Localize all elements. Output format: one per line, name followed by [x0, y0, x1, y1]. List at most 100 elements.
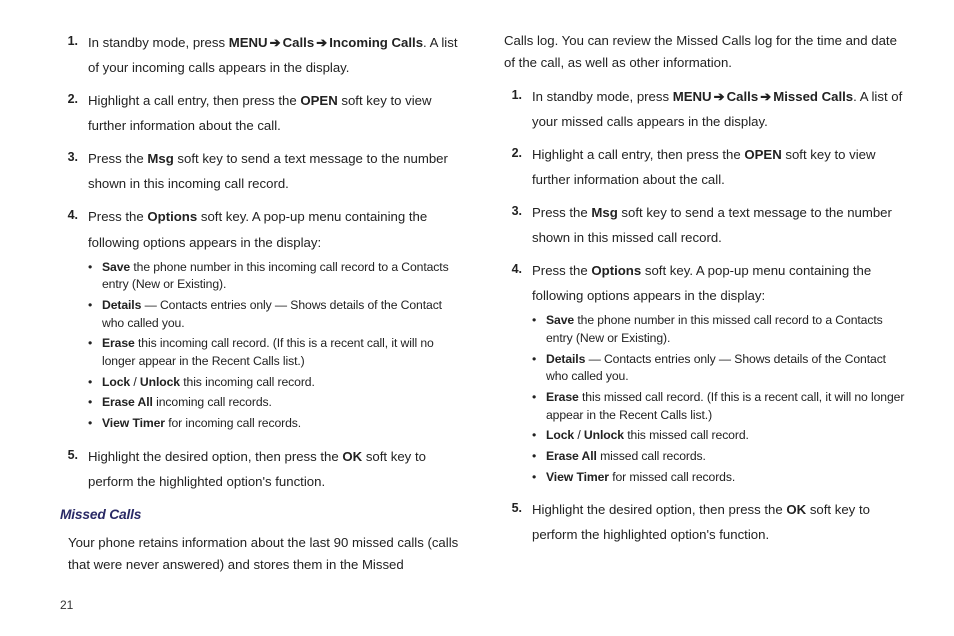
sub-list-item: •Save the phone number in this incoming … [88, 259, 466, 294]
sub-text: Erase All missed call records. [546, 448, 910, 466]
bold-text: OPEN [744, 147, 781, 162]
bullet-icon: • [532, 389, 546, 424]
list-body: Press the Msg soft key to send a text me… [532, 200, 910, 250]
list-body: Highlight a call entry, then press the O… [532, 142, 910, 192]
page-number: 21 [60, 598, 73, 612]
text: / [130, 375, 140, 389]
section-heading-missed-calls: Missed Calls [60, 502, 466, 528]
bullet-icon: • [88, 415, 102, 433]
bold-text: MENU [229, 35, 268, 50]
paragraph-continuation: Calls log. You can review the Missed Cal… [504, 30, 910, 74]
list-number: 1. [504, 84, 532, 134]
list-number: 2. [504, 142, 532, 192]
text: Press the [88, 151, 147, 166]
sub-text: Save the phone number in this incoming c… [102, 259, 466, 294]
bullet-icon: • [88, 394, 102, 412]
bold-text: Msg [147, 151, 173, 166]
sub-list-item: •Lock / Unlock this missed call record. [532, 427, 910, 445]
text: for missed call records. [609, 470, 735, 484]
bullet-icon: • [532, 448, 546, 466]
right-column: Calls log. You can review the Missed Cal… [504, 30, 910, 582]
sub-list-item: •Erase All incoming call records. [88, 394, 466, 412]
text: this incoming call record. (If this is a… [102, 336, 434, 368]
list-item: 4.Press the Options soft key. A pop-up m… [60, 204, 466, 435]
text: In standby mode, press [532, 89, 673, 104]
sub-list-item: •Lock / Unlock this incoming call record… [88, 374, 466, 392]
bold-text: Options [147, 209, 197, 224]
bold-text: MENU [673, 89, 712, 104]
bold-text: Lock [102, 375, 130, 389]
sub-text: Lock / Unlock this incoming call record. [102, 374, 466, 392]
bold-text: Erase [102, 336, 135, 350]
paragraph: Your phone retains information about the… [60, 532, 466, 576]
bold-text: Missed Calls [773, 89, 853, 104]
text: Highlight a call entry, then press the [532, 147, 744, 162]
bullet-icon: • [88, 259, 102, 294]
bold-text: Msg [591, 205, 617, 220]
list-body: In standby mode, press MENU➔Calls➔Incomi… [88, 30, 466, 80]
sub-list-item: •View Timer for missed call records. [532, 469, 910, 487]
sub-text: Save the phone number in this missed cal… [546, 312, 910, 347]
sub-text: Lock / Unlock this missed call record. [546, 427, 910, 445]
bold-text: View Timer [546, 470, 609, 484]
arrow-icon: ➔ [268, 35, 283, 50]
text: this missed call record. (If this is a r… [546, 390, 904, 422]
sub-list-item: •View Timer for incoming call records. [88, 415, 466, 433]
sub-text: Erase this incoming call record. (If thi… [102, 335, 466, 370]
bold-text: Details [102, 298, 141, 312]
sub-list-item: •Erase this incoming call record. (If th… [88, 335, 466, 370]
bullet-icon: • [532, 351, 546, 386]
sub-list-item: •Erase All missed call records. [532, 448, 910, 466]
text: this incoming call record. [180, 375, 315, 389]
text: this missed call record. [624, 428, 749, 442]
bold-text: Erase All [102, 395, 153, 409]
list-item: 1.In standby mode, press MENU➔Calls➔Inco… [60, 30, 466, 80]
text: incoming call records. [153, 395, 272, 409]
list-body: Highlight the desired option, then press… [88, 444, 466, 494]
list-body: Highlight the desired option, then press… [532, 497, 910, 547]
sub-text: Erase All incoming call records. [102, 394, 466, 412]
bold-text: Incoming Calls [329, 35, 423, 50]
sub-text: Erase this missed call record. (If this … [546, 389, 910, 424]
text: Press the [532, 205, 591, 220]
text: In standby mode, press [88, 35, 229, 50]
list-number: 4. [60, 204, 88, 435]
list-body: Press the Msg soft key to send a text me… [88, 146, 466, 196]
list-item: 5.Highlight the desired option, then pre… [60, 444, 466, 494]
text: Highlight the desired option, then press… [532, 502, 786, 517]
bold-text: OPEN [300, 93, 337, 108]
manual-page: 1.In standby mode, press MENU➔Calls➔Inco… [0, 0, 954, 602]
list-item: 2.Highlight a call entry, then press the… [60, 88, 466, 138]
bullet-icon: • [532, 312, 546, 347]
list-number: 2. [60, 88, 88, 138]
text: Highlight the desired option, then press… [88, 449, 342, 464]
sub-list-item: •Details — Contacts entries only — Shows… [532, 351, 910, 386]
text: / [574, 428, 584, 442]
arrow-icon: ➔ [712, 89, 727, 104]
list-item: 1.In standby mode, press MENU➔Calls➔Miss… [504, 84, 910, 134]
sub-text: Details — Contacts entries only — Shows … [546, 351, 910, 386]
list-item: 4.Press the Options soft key. A pop-up m… [504, 258, 910, 489]
bold-text: Erase [546, 390, 579, 404]
left-column: 1.In standby mode, press MENU➔Calls➔Inco… [60, 30, 466, 582]
bold-text: Unlock [140, 375, 180, 389]
list-item: 2.Highlight a call entry, then press the… [504, 142, 910, 192]
sub-text: View Timer for incoming call records. [102, 415, 466, 433]
bold-text: Lock [546, 428, 574, 442]
text: Highlight a call entry, then press the [88, 93, 300, 108]
sub-text: View Timer for missed call records. [546, 469, 910, 487]
bullet-icon: • [532, 469, 546, 487]
sub-list-item: •Details — Contacts entries only — Shows… [88, 297, 466, 332]
text: Press the [532, 263, 591, 278]
text: Press the [88, 209, 147, 224]
bullet-icon: • [532, 427, 546, 445]
text: missed call records. [597, 449, 706, 463]
sub-list: •Save the phone number in this missed ca… [532, 312, 910, 486]
bold-text: Calls [727, 89, 759, 104]
text: — Contacts entries only — Shows details … [546, 352, 886, 384]
list-item: 3.Press the Msg soft key to send a text … [60, 146, 466, 196]
list-item: 5.Highlight the desired option, then pre… [504, 497, 910, 547]
text: — Contacts entries only — Shows details … [102, 298, 442, 330]
text: for incoming call records. [165, 416, 301, 430]
bullet-icon: • [88, 374, 102, 392]
